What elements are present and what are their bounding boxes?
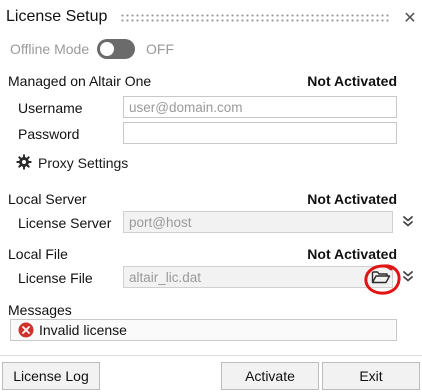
offline-mode-state: OFF <box>146 41 174 57</box>
window-title: License Setup <box>6 8 108 25</box>
license-server-label: License Server <box>18 215 112 231</box>
license-file-label: License File <box>18 270 93 286</box>
license-file-field[interactable]: altair_lic.dat <box>123 266 393 288</box>
gear-icon[interactable] <box>16 154 32 170</box>
altair-one-status: Not Activated <box>307 73 397 89</box>
username-label: Username <box>18 100 83 116</box>
license-server-field[interactable]: port@host <box>123 211 393 233</box>
error-icon <box>18 322 34 338</box>
toggle-knob <box>100 42 114 56</box>
messages-box: Invalid license <box>10 319 397 341</box>
chevron-down-icon[interactable] <box>401 269 415 283</box>
footer-divider <box>0 355 422 356</box>
local-server-heading: Local Server <box>8 191 87 207</box>
username-placeholder: user@domain.com <box>129 100 243 115</box>
license-server-placeholder: port@host <box>129 215 192 230</box>
message-text: Invalid license <box>39 322 127 338</box>
username-field[interactable]: user@domain.com <box>123 96 397 118</box>
chevron-down-icon[interactable] <box>401 214 415 228</box>
local-server-status: Not Activated <box>307 191 397 207</box>
activate-button[interactable]: Activate <box>221 362 319 390</box>
license-file-placeholder: altair_lic.dat <box>129 270 202 285</box>
local-file-heading: Local File <box>8 246 68 262</box>
offline-mode-label: Offline Mode <box>10 41 90 57</box>
drag-handle[interactable] <box>120 13 390 23</box>
password-field[interactable] <box>123 122 397 144</box>
annotation-circle <box>362 262 402 298</box>
proxy-settings-link[interactable]: Proxy Settings <box>38 155 128 171</box>
offline-mode-toggle[interactable] <box>97 39 135 59</box>
close-icon[interactable]: ✕ <box>402 8 418 28</box>
password-label: Password <box>18 126 80 142</box>
exit-button[interactable]: Exit <box>322 362 420 390</box>
license-log-button[interactable]: License Log <box>2 362 100 390</box>
local-file-status: Not Activated <box>307 246 397 262</box>
altair-one-heading: Managed on Altair One <box>8 73 152 89</box>
messages-heading: Messages <box>8 302 72 318</box>
